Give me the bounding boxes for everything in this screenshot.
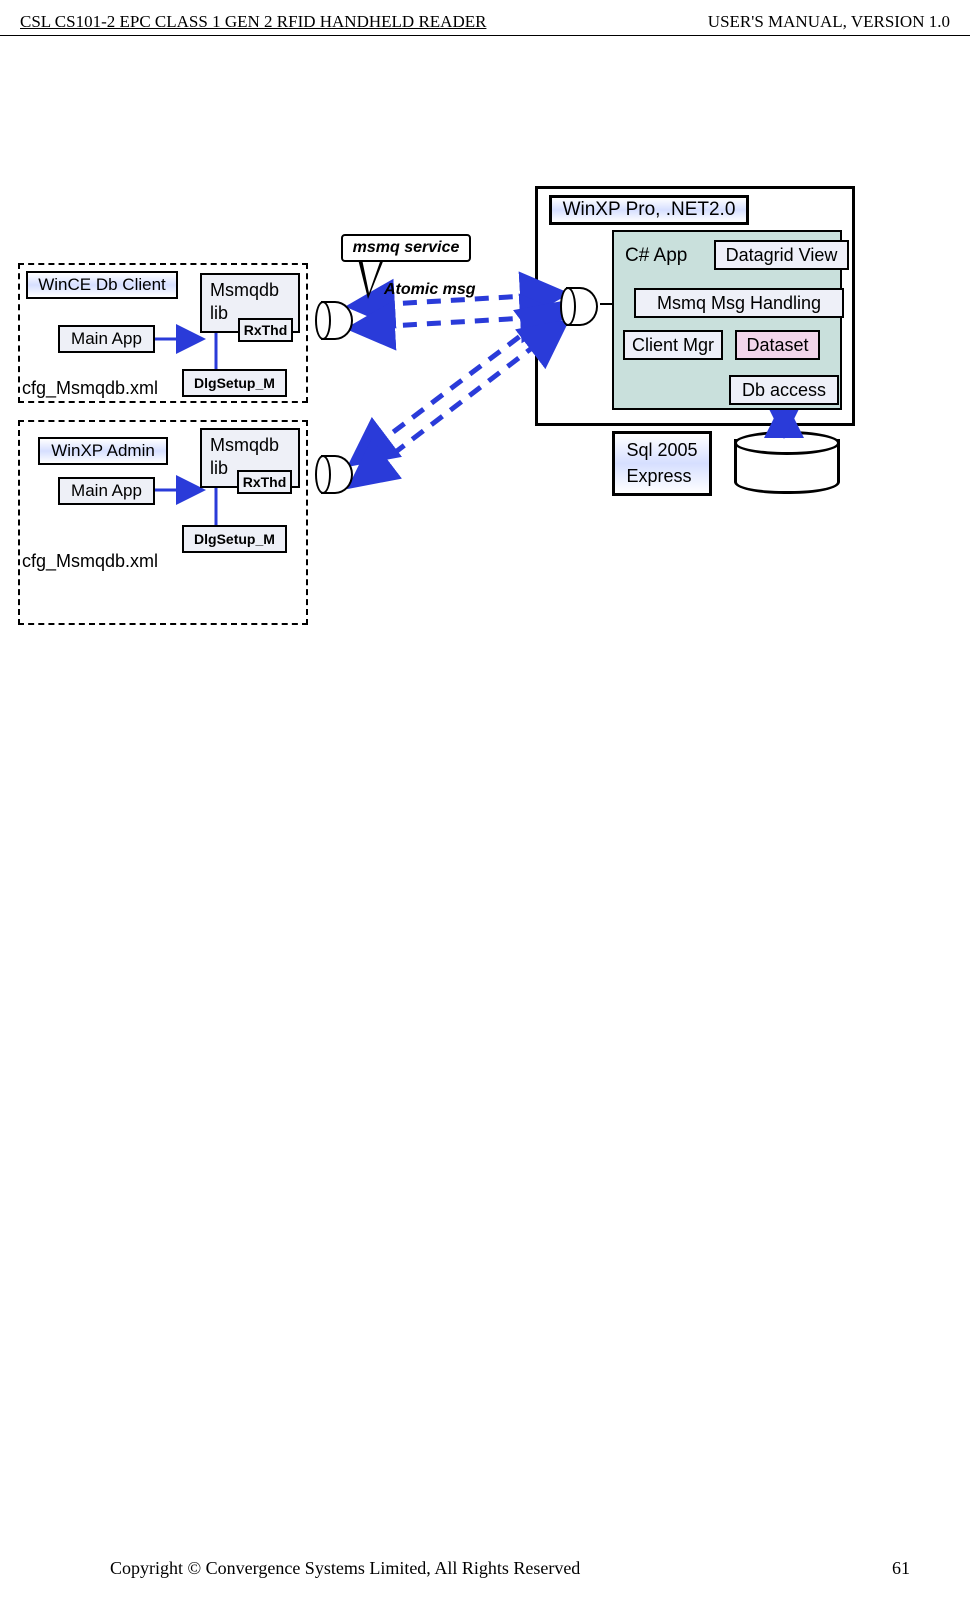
datagrid-view: Datagrid View <box>714 240 849 270</box>
header-left: CSL CS101-2 EPC CLASS 1 GEN 2 RFID HANDH… <box>20 12 486 32</box>
wince-dlgsetup: DlgSetup_M <box>182 369 287 397</box>
winxp-main-app: Main App <box>58 477 155 505</box>
csharp-app-label: C# App <box>625 245 687 267</box>
wince-rxthd: RxThd <box>238 318 293 342</box>
header-right: USER'S MANUAL, VERSION 1.0 <box>708 12 950 32</box>
queue-icon <box>315 301 355 336</box>
msmq-msg-handling: Msmq Msg Handling <box>634 288 844 318</box>
winxp-admin-title: WinXP Admin <box>38 437 168 465</box>
queue-icon <box>315 455 355 490</box>
copyright-text: Copyright © Convergence Systems Limited,… <box>110 1558 580 1579</box>
msmq-service-callout: msmq service <box>341 234 471 262</box>
db-access: Db access <box>729 375 839 405</box>
winxp-cfg-xml: cfg_Msmqdb.xml <box>22 551 158 572</box>
wince-main-app: Main App <box>58 325 155 353</box>
atomic-msg-label: Atomic msg <box>384 281 476 299</box>
callout-tail <box>358 259 384 299</box>
winxp-rxthd: RxThd <box>237 470 292 494</box>
page-header: CSL CS101-2 EPC CLASS 1 GEN 2 RFID HANDH… <box>0 0 970 36</box>
page-number: 61 <box>892 1558 910 1579</box>
wince-client-title: WinCE Db Client <box>26 271 178 299</box>
page-footer: Copyright © Convergence Systems Limited,… <box>0 1558 970 1579</box>
winxp-dlgsetup: DlgSetup_M <box>182 525 287 553</box>
dataset-box: Dataset <box>735 330 820 360</box>
client-mgr: Client Mgr <box>623 330 723 360</box>
wince-cfg-xml: cfg_Msmqdb.xml <box>22 378 158 399</box>
queue-icon <box>560 287 600 322</box>
server-title: WinXP Pro, .NET2.0 <box>549 195 749 225</box>
architecture-diagram: WinXP Pro, .NET2.0 C# App Datagrid View … <box>0 166 970 766</box>
